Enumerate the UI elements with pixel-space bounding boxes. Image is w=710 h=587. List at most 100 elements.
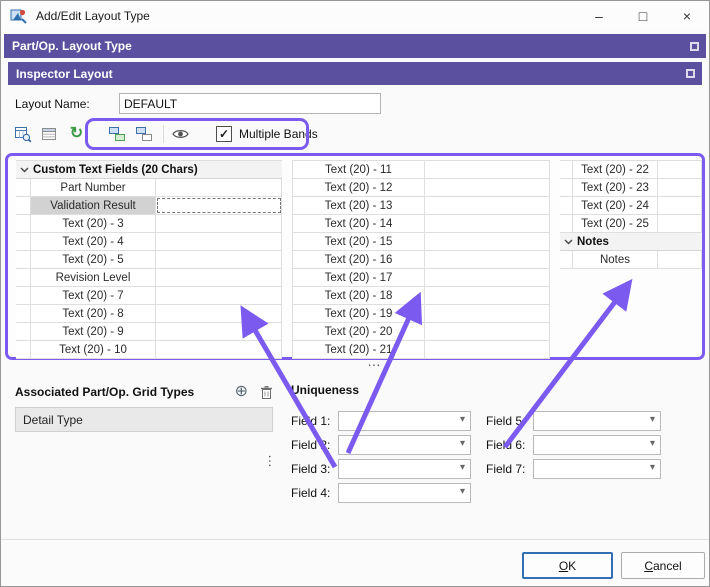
field-value-cell[interactable]	[425, 269, 550, 286]
minimize-button[interactable]: –	[577, 1, 621, 31]
field-row[interactable]: Text (20) - 8	[16, 305, 282, 323]
maximize-button[interactable]: □	[621, 1, 665, 31]
field-label: Text (20) - 25	[572, 215, 658, 232]
horizontal-splitter-handle[interactable]: …	[367, 353, 382, 369]
field-row[interactable]: Text (20) - 9	[16, 323, 282, 341]
field-row[interactable]: Text (20) - 19	[292, 305, 550, 323]
field-3-combo[interactable]: ▾	[338, 459, 471, 479]
add-band-button[interactable]	[107, 125, 126, 144]
field-value-cell[interactable]	[658, 161, 702, 178]
group-header-notes[interactable]: Notes	[560, 233, 702, 251]
inspector-layout-band: Inspector Layout	[8, 62, 702, 85]
field-value-cell[interactable]	[156, 179, 282, 196]
field-label: Text (20) - 11	[292, 161, 425, 178]
field-7-row: Field 7: ▾	[486, 459, 661, 479]
field-5-label: Field 5:	[486, 414, 530, 428]
field-row[interactable]: Text (20) - 11	[292, 161, 550, 179]
field-value-cell[interactable]	[156, 341, 282, 358]
field-value-cell[interactable]	[156, 287, 282, 304]
field-4-combo[interactable]: ▾	[338, 483, 471, 503]
field-label: Validation Result	[30, 197, 156, 214]
field-row[interactable]: Text (20) - 10	[16, 341, 282, 359]
field-value-cell[interactable]	[658, 179, 702, 196]
field-value-cell[interactable]	[425, 179, 550, 196]
field-row[interactable]: Text (20) - 24	[560, 197, 702, 215]
field-value-cell[interactable]	[425, 287, 550, 304]
close-button[interactable]: ×	[665, 1, 709, 31]
field-row[interactable]: Text (20) - 13	[292, 197, 550, 215]
layout-name-input[interactable]	[119, 93, 381, 114]
field-value-cell[interactable]	[156, 233, 282, 250]
field-value-cell[interactable]	[156, 323, 282, 340]
field-2-combo[interactable]: ▾	[338, 435, 471, 455]
add-grid-type-button[interactable]: ⊕	[235, 384, 248, 400]
vertical-splitter-handle[interactable]: …	[266, 454, 282, 468]
cancel-button[interactable]: Cancel	[621, 552, 705, 579]
field-row[interactable]: Text (20) - 7	[16, 287, 282, 305]
field-value-cell[interactable]	[425, 233, 550, 250]
field-value-cell[interactable]	[425, 341, 550, 358]
field-7-combo[interactable]: ▾	[533, 459, 661, 479]
preview-button[interactable]	[171, 125, 190, 144]
toolbar: ↻ ✓ Multiple Bands	[1, 119, 709, 149]
table-search-button[interactable]	[13, 125, 32, 144]
field-6-combo[interactable]: ▾	[533, 435, 661, 455]
field-row[interactable]: Text (20) - 25	[560, 215, 702, 233]
field-5-combo[interactable]: ▾	[533, 411, 661, 431]
field-row[interactable]: Text (20) - 18	[292, 287, 550, 305]
field-value-cell[interactable]	[156, 251, 282, 268]
field-value-cell[interactable]	[425, 215, 550, 232]
field-label: Part Number	[30, 179, 156, 196]
list-item-detail-type[interactable]: Detail Type	[15, 407, 273, 432]
field-row[interactable]: Part Number	[16, 179, 282, 197]
multiple-bands-checkbox[interactable]: ✓	[216, 126, 232, 142]
chevron-down-icon: ▾	[650, 415, 655, 425]
field-value-cell[interactable]	[425, 305, 550, 322]
app-icon	[10, 8, 27, 25]
band-pin-icon[interactable]	[686, 69, 695, 78]
field-value-cell[interactable]	[425, 161, 550, 178]
field-label: Revision Level	[30, 269, 156, 286]
check-icon: ✓	[219, 128, 229, 140]
field-row-selected[interactable]: Validation Result	[16, 197, 282, 215]
field-4-row: Field 4: ▾	[291, 483, 471, 503]
field-value-cell[interactable]	[425, 197, 550, 214]
remove-band-button[interactable]	[134, 125, 153, 144]
ok-button[interactable]: OK	[522, 552, 613, 579]
field-row[interactable]: Text (20) - 4	[16, 233, 282, 251]
field-value-cell[interactable]	[425, 251, 550, 268]
field-row[interactable]: Text (20) - 5	[16, 251, 282, 269]
field-label: Text (20) - 24	[572, 197, 658, 214]
field-row[interactable]: Text (20) - 14	[292, 215, 550, 233]
field-row[interactable]: Revision Level	[16, 269, 282, 287]
field-value-cell[interactable]	[658, 215, 702, 232]
refresh-button[interactable]: ↻	[67, 125, 86, 144]
delete-grid-type-button[interactable]	[260, 385, 273, 400]
group-header-custom-text-fields[interactable]: Custom Text Fields (20 Chars)	[16, 161, 282, 179]
field-value-cell[interactable]	[658, 197, 702, 214]
grid-types-list: Detail Type	[15, 407, 273, 432]
field-label: Text (20) - 15	[292, 233, 425, 250]
field-row[interactable]: Text (20) - 20	[292, 323, 550, 341]
field-row[interactable]: Text (20) - 12	[292, 179, 550, 197]
field-row[interactable]: Text (20) - 22	[560, 161, 702, 179]
field-row[interactable]: Text (20) - 17	[292, 269, 550, 287]
field-1-combo[interactable]: ▾	[338, 411, 471, 431]
band-pin-icon[interactable]	[690, 42, 699, 51]
field-list-button[interactable]	[40, 125, 59, 144]
field-value-cell[interactable]	[658, 251, 702, 268]
field-row[interactable]: Text (20) - 16	[292, 251, 550, 269]
field-row[interactable]: Notes	[560, 251, 702, 269]
field-row[interactable]: Text (20) - 23	[560, 179, 702, 197]
field-value-cell[interactable]	[425, 323, 550, 340]
field-label: Text (20) - 16	[292, 251, 425, 268]
field-row[interactable]: Text (20) - 3	[16, 215, 282, 233]
field-value-cell[interactable]	[156, 215, 282, 232]
layout-name-row: Layout Name:	[15, 93, 709, 114]
field-row[interactable]: Text (20) - 21	[292, 341, 550, 359]
field-row[interactable]: Text (20) - 15	[292, 233, 550, 251]
field-value-cell[interactable]	[156, 305, 282, 322]
layout-name-label: Layout Name:	[15, 97, 119, 111]
field-value-cell[interactable]	[156, 269, 282, 286]
field-value-cell[interactable]	[156, 197, 282, 214]
